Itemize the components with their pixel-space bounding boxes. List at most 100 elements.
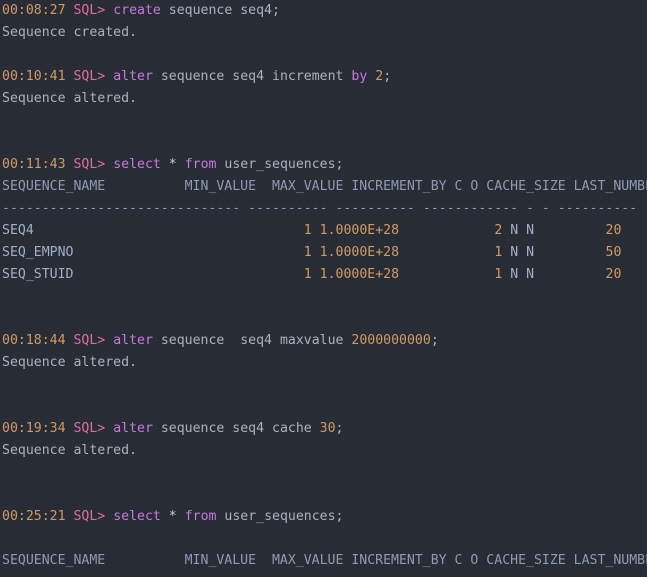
token-cmd-alter-increment-6: by bbox=[351, 69, 368, 84]
token-table2-header-0: SEQUENCE_NAME MIN_VALUE MAX_VALUE INCREM… bbox=[2, 553, 647, 568]
token-table1-row-seq-stuid-12: 20 bbox=[605, 267, 622, 282]
token-cmd-alter-maxvalue-4: alter bbox=[113, 333, 153, 348]
token-cmd-alter-cache-6: 30 bbox=[319, 421, 336, 436]
terminal-line-table1-header: SEQUENCE_NAME MIN_VALUE MAX_VALUE INCREM… bbox=[0, 176, 647, 198]
token-cmd-alter-maxvalue-6: 2000000000 bbox=[351, 333, 431, 348]
token-cmd-select-1-4: select bbox=[113, 157, 161, 172]
token-table1-row-seq4-4: 1.0000E+28 bbox=[319, 223, 400, 238]
token-cmd-alter-increment-9: ; bbox=[383, 69, 392, 84]
terminal-line-blank-10 bbox=[0, 528, 647, 550]
token-cmd-create-seq4-2: SQL> bbox=[73, 3, 106, 18]
token-table1-row-seq-stuid-5 bbox=[399, 267, 494, 282]
token-table1-row-seq4-12: 20 bbox=[605, 223, 622, 238]
token-table1-row-seq4-10: N bbox=[526, 223, 535, 238]
token-cmd-select-2-8: from bbox=[184, 509, 217, 524]
token-table1-row-seq-empno-13 bbox=[621, 245, 647, 260]
terminal-line-blank-1 bbox=[0, 44, 647, 66]
token-table1-row-seq4-9 bbox=[518, 223, 526, 238]
token-cmd-alter-maxvalue-5: sequence seq4 maxvalue bbox=[152, 333, 352, 348]
terminal-line-table1-row-seq4: SEQ4 1 1.0000E+28 2 N N 20 101 bbox=[0, 220, 647, 242]
token-cmd-select-2-6: * bbox=[168, 509, 177, 524]
token-table1-row-seq4-5 bbox=[399, 223, 494, 238]
terminal-line-blank-4 bbox=[0, 286, 647, 308]
token-table1-row-seq-empno-8: N bbox=[510, 245, 519, 260]
token-cmd-select-2-7 bbox=[177, 509, 185, 524]
token-cmd-alter-cache-7: ; bbox=[335, 421, 344, 436]
terminal-line-blank-8 bbox=[0, 462, 647, 484]
token-table1-row-seq-stuid-11 bbox=[534, 267, 605, 282]
token-cmd-select-2-4: select bbox=[113, 509, 161, 524]
token-cmd-alter-increment-5: sequence seq4 increment bbox=[152, 69, 352, 84]
token-table1-row-seq-empno-4: 1.0000E+28 bbox=[319, 245, 400, 260]
token-table1-row-seq-empno-10: N bbox=[526, 245, 535, 260]
token-cmd-alter-cache-3 bbox=[105, 421, 113, 436]
token-table1-row-seq-empno-11 bbox=[534, 245, 605, 260]
token-cmd-select-2-0: 00:25:21 bbox=[2, 509, 66, 524]
token-table1-row-seq4-2: 1 bbox=[303, 223, 312, 238]
token-cmd-select-1-7 bbox=[177, 157, 185, 172]
token-table1-header-0: SEQUENCE_NAME MIN_VALUE MAX_VALUE INCREM… bbox=[2, 179, 647, 194]
token-cmd-select-1-2: SQL> bbox=[73, 157, 106, 172]
token-cmd-alter-cache-2: SQL> bbox=[73, 421, 106, 436]
token-table1-separator-0: ------------------------------ ---------… bbox=[2, 201, 647, 216]
token-cmd-alter-increment-0: 00:10:41 bbox=[2, 69, 66, 84]
terminal-line-out-sequence-altered-3: Sequence altered. bbox=[0, 440, 647, 462]
terminal-line-cmd-alter-increment: 00:10:41 SQL> alter sequence seq4 increm… bbox=[0, 66, 647, 88]
token-table1-row-seq-stuid-8: N bbox=[510, 267, 519, 282]
token-out-sequence-created-0: Sequence created. bbox=[2, 25, 137, 40]
terminal-line-out-sequence-created: Sequence created. bbox=[0, 22, 647, 44]
terminal-line-table2-header: SEQUENCE_NAME MIN_VALUE MAX_VALUE INCREM… bbox=[0, 550, 647, 572]
token-table1-row-seq4-8: N bbox=[510, 223, 519, 238]
terminal-line-blank-5 bbox=[0, 308, 647, 330]
token-cmd-alter-maxvalue-7: ; bbox=[430, 333, 439, 348]
terminal-line-blank-3 bbox=[0, 132, 647, 154]
terminal-line-cmd-alter-maxvalue: 00:18:44 SQL> alter sequence seq4 maxval… bbox=[0, 330, 647, 352]
token-cmd-alter-increment-3 bbox=[105, 69, 113, 84]
terminal-line-blank-2 bbox=[0, 110, 647, 132]
terminal-line-cmd-create-seq4: 00:08:27 SQL> create sequence seq4; bbox=[0, 0, 647, 22]
token-out-sequence-altered-1-0: Sequence altered. bbox=[2, 91, 137, 106]
token-table1-row-seq-stuid-0: SEQ_STUID bbox=[2, 267, 74, 282]
token-cmd-create-seq4-0: 00:08:27 bbox=[2, 3, 66, 18]
terminal-window[interactable]: 00:08:27 SQL> create sequence seq4; Seque… bbox=[0, 0, 647, 577]
token-table1-row-seq-empno-12: 50 bbox=[605, 245, 622, 260]
terminal-line-blank-7 bbox=[0, 396, 647, 418]
token-cmd-create-seq4-5: sequence seq4; bbox=[160, 3, 280, 18]
token-table1-row-seq-stuid-4: 1.0000E+28 bbox=[319, 267, 400, 282]
token-table1-row-seq-stuid-9 bbox=[518, 267, 526, 282]
token-cmd-select-1-6: * bbox=[168, 157, 177, 172]
token-table1-row-seq4-3 bbox=[312, 223, 320, 238]
terminal-line-out-sequence-altered-1: Sequence altered. bbox=[0, 88, 647, 110]
terminal-line-out-sequence-altered-2: Sequence altered. bbox=[0, 352, 647, 374]
token-table1-row-seq-stuid-13 bbox=[621, 267, 647, 282]
token-table1-row-seq4-13 bbox=[621, 223, 647, 238]
terminal-line-blank-6 bbox=[0, 374, 647, 396]
token-cmd-select-1-8: from bbox=[184, 157, 217, 172]
token-cmd-select-2-9: user_sequences; bbox=[216, 509, 344, 524]
token-cmd-alter-cache-0: 00:19:34 bbox=[2, 421, 66, 436]
token-table1-row-seq4-0: SEQ4 bbox=[2, 223, 34, 238]
terminal-line-table2-separator: ------------------------------ ---------… bbox=[0, 572, 647, 577]
token-table1-row-seq-empno-5 bbox=[399, 245, 494, 260]
token-table1-row-seq-empno-3 bbox=[312, 245, 320, 260]
token-out-sequence-altered-2-0: Sequence altered. bbox=[2, 355, 137, 370]
token-cmd-select-2-2: SQL> bbox=[73, 509, 106, 524]
token-cmd-alter-cache-4: alter bbox=[113, 421, 153, 436]
token-table1-row-seq-empno-9 bbox=[518, 245, 526, 260]
token-cmd-select-1-5 bbox=[161, 157, 169, 172]
token-cmd-create-seq4-4: create bbox=[113, 3, 161, 18]
token-cmd-select-1-9: user_sequences; bbox=[216, 157, 344, 172]
token-cmd-alter-maxvalue-3 bbox=[105, 333, 113, 348]
terminal-line-table1-row-seq-empno: SEQ_EMPNO 1 1.0000E+28 1 N N 50 8051 bbox=[0, 242, 647, 264]
token-table1-row-seq4-11 bbox=[534, 223, 605, 238]
terminal-line-table1-row-seq-stuid: SEQ_STUID 1 1.0000E+28 1 N N 20 1 bbox=[0, 264, 647, 286]
terminal-line-cmd-select-2: 00:25:21 SQL> select * from user_sequenc… bbox=[0, 506, 647, 528]
token-table1-row-seq-stuid-2: 1 bbox=[303, 267, 312, 282]
token-out-sequence-altered-3-0: Sequence altered. bbox=[2, 443, 137, 458]
token-cmd-alter-maxvalue-0: 00:18:44 bbox=[2, 333, 66, 348]
terminal-line-blank-9 bbox=[0, 484, 647, 506]
token-table1-row-seq-stuid-1 bbox=[73, 267, 303, 282]
token-table1-row-seq-empno-2: 1 bbox=[303, 245, 312, 260]
token-cmd-alter-increment-2: SQL> bbox=[73, 69, 106, 84]
token-cmd-create-seq4-3 bbox=[105, 3, 113, 18]
